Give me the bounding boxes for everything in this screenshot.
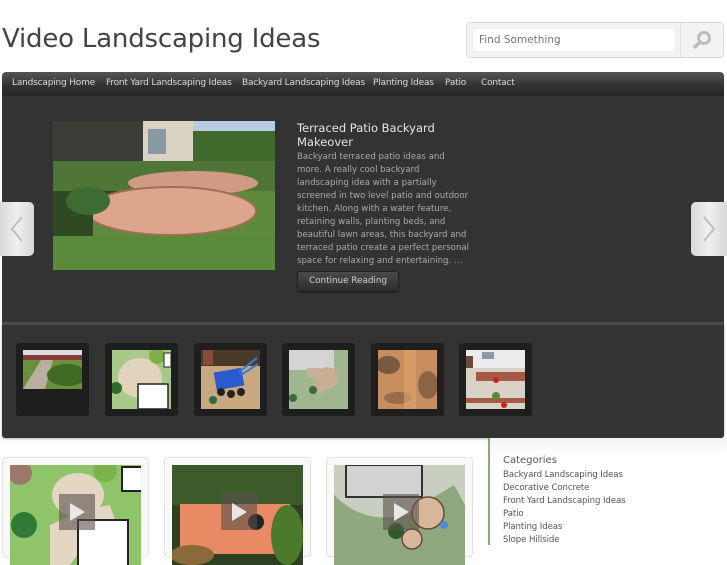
- featured-excerpt: Backyard terraced patio ideas and more. …: [297, 152, 470, 266]
- chevron-left-icon: [10, 216, 23, 242]
- nav-item-front-yard[interactable]: Front Yard Landscaping Ideas: [106, 72, 232, 96]
- video-card-2: [164, 457, 311, 565]
- category-link[interactable]: Decorative Concrete: [503, 483, 589, 493]
- play-button[interactable]: [221, 494, 257, 530]
- category-link[interactable]: Front Yard Landscaping Ideas: [503, 496, 626, 506]
- chevron-right-icon: [703, 216, 716, 242]
- search-input[interactable]: [472, 28, 676, 52]
- play-icon: [394, 503, 409, 521]
- thumbnail-6[interactable]: [459, 343, 532, 416]
- sidebar-divider: [488, 438, 490, 545]
- nav-item-landscaping-home[interactable]: Landscaping Home: [12, 72, 95, 96]
- nav-item-patio[interactable]: Patio: [445, 72, 466, 96]
- featured-title[interactable]: Terraced Patio Backyard Makeover: [297, 121, 467, 149]
- nav-item-backyard[interactable]: Backyard Landscaping Ideas: [242, 72, 365, 96]
- continue-reading-button[interactable]: Continue Reading: [297, 271, 399, 292]
- video-card-1: [2, 457, 149, 565]
- category-link[interactable]: Backyard Landscaping Ideas: [503, 470, 623, 480]
- search-form: [466, 22, 724, 58]
- thumbnail-2[interactable]: [105, 343, 178, 416]
- slider-prev-button[interactable]: [0, 202, 34, 256]
- main-nav: Landscaping Home Front Yard Landscaping …: [2, 72, 724, 96]
- thumbnail-image: [201, 350, 260, 409]
- thumbnail-4[interactable]: [282, 343, 355, 416]
- thumbnail-image: [466, 350, 525, 409]
- video-thumbnail[interactable]: [10, 465, 141, 565]
- search-button[interactable]: [680, 23, 723, 57]
- featured-image[interactable]: [53, 121, 275, 270]
- nav-item-planting-ideas[interactable]: Planting Ideas: [373, 72, 434, 96]
- thumbnail-1[interactable]: [16, 343, 89, 416]
- slider-next-button[interactable]: [691, 202, 727, 256]
- play-icon: [70, 503, 85, 521]
- category-link[interactable]: Planting Ideas: [503, 522, 562, 532]
- video-thumbnail[interactable]: [172, 465, 303, 565]
- play-button[interactable]: [383, 494, 419, 530]
- thumbnail-image: [378, 350, 437, 409]
- video-thumbnail[interactable]: [334, 465, 465, 565]
- nav-item-contact[interactable]: Contact: [481, 72, 515, 96]
- site-title[interactable]: Video Landscaping Ideas: [2, 24, 321, 54]
- thumbnail-image: [289, 350, 348, 409]
- search-icon: [693, 31, 711, 49]
- thumbnail-5[interactable]: [371, 343, 444, 416]
- play-icon: [232, 503, 247, 521]
- featured-image-graphic: [53, 121, 275, 270]
- category-link[interactable]: Slope Hillside: [503, 535, 560, 545]
- category-link[interactable]: Patio: [503, 509, 524, 519]
- categories-heading: Categories: [503, 455, 557, 466]
- thumbnail-3[interactable]: [194, 343, 267, 416]
- thumbnail-image: [112, 350, 171, 409]
- video-card-3: [326, 457, 473, 565]
- thumbnail-image: [23, 350, 82, 389]
- play-button[interactable]: [59, 494, 95, 530]
